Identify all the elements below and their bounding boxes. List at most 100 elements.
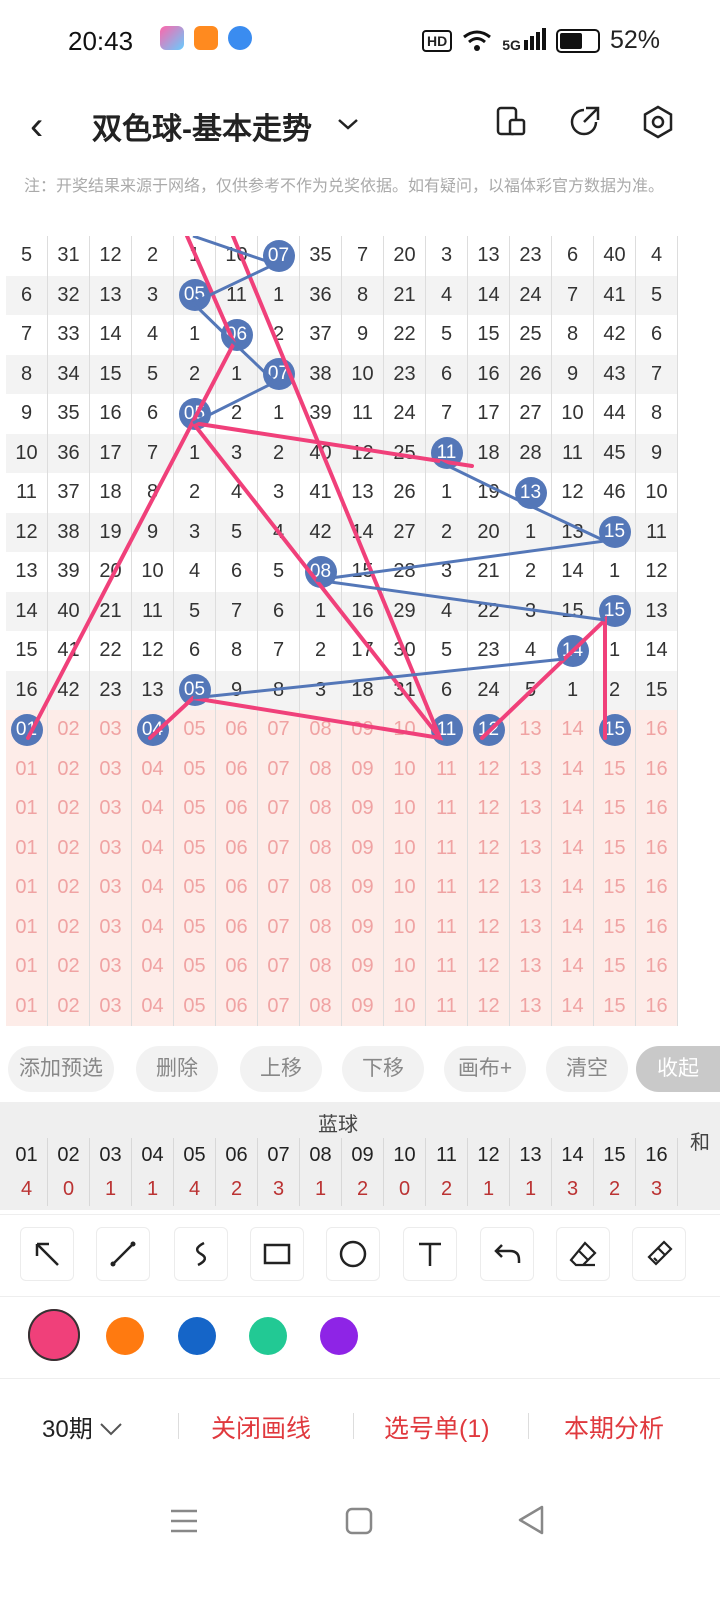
selection-list-button[interactable]: 选号单(1): [384, 1409, 490, 1445]
page-title[interactable]: 双色球-基本走势: [92, 104, 312, 148]
grid-cell[interactable]: 7: [425, 394, 468, 434]
preselect-cell[interactable]: 09: [341, 868, 384, 908]
trend-grid[interactable]: 5 31 12 2 1 10 07 35 7 20 3 13 23 6 40 4 6 32 13 3 05 11 1 36 8 2…: [0, 236, 720, 1036]
grid-cell[interactable]: 02: [47, 710, 90, 750]
grid-cell[interactable]: 28: [509, 433, 552, 473]
grid-cell[interactable]: 7: [551, 275, 594, 315]
grid-cell[interactable]: 17: [341, 631, 384, 671]
grid-cell[interactable]: 7: [6, 315, 48, 355]
grid-cell[interactable]: 17: [467, 394, 510, 434]
delete-button[interactable]: 删除: [136, 1046, 218, 1092]
grid-cell[interactable]: 23: [89, 670, 132, 710]
preselect-cell[interactable]: 03: [89, 947, 132, 987]
grid-cell[interactable]: 6: [425, 354, 468, 394]
grid-cell[interactable]: 13: [341, 473, 384, 513]
preselect-cell[interactable]: 07: [257, 986, 300, 1026]
grid-cell[interactable]: 11: [131, 591, 174, 631]
grid-cell[interactable]: 40: [593, 236, 636, 276]
grid-cell[interactable]: 6: [6, 275, 48, 315]
grid-cell[interactable]: 15: [467, 315, 510, 355]
current-analysis-button[interactable]: 本期分析: [564, 1409, 664, 1445]
preselect-cell[interactable]: 04: [131, 749, 174, 789]
grid-cell[interactable]: 12: [635, 552, 678, 592]
preselect-cell[interactable]: 05: [173, 828, 216, 868]
grid-cell[interactable]: 9: [215, 670, 258, 710]
grid-cell[interactable]: 7: [341, 236, 384, 276]
preselect-cell[interactable]: 01: [6, 907, 48, 947]
preselect-cell[interactable]: 14: [551, 868, 594, 908]
grid-cell[interactable]: 40: [299, 433, 342, 473]
grid-cell[interactable]: 28: [383, 552, 426, 592]
preselect-cell[interactable]: 07: [257, 868, 300, 908]
grid-cell[interactable]: 36: [47, 433, 90, 473]
grid-cell[interactable]: 12: [551, 473, 594, 513]
preselect-cell[interactable]: 01: [6, 789, 48, 829]
preselect-cell[interactable]: 05: [173, 789, 216, 829]
preselect-cell[interactable]: 05: [173, 947, 216, 987]
grid-cell[interactable]: 06: [215, 710, 258, 750]
grid-cell[interactable]: 12: [6, 512, 48, 552]
grid-cell[interactable]: 2: [173, 473, 216, 513]
grid-cell[interactable]: 4: [257, 512, 300, 552]
grid-cell[interactable]: 2: [257, 315, 300, 355]
grid-cell[interactable]: 1: [257, 275, 300, 315]
grid-cell[interactable]: 22: [89, 631, 132, 671]
grid-cell[interactable]: 14: [551, 710, 594, 750]
move-down-button[interactable]: 下移: [342, 1046, 424, 1092]
preselect-cell[interactable]: 14: [551, 947, 594, 987]
preselect-cell[interactable]: 03: [89, 828, 132, 868]
preselect-cell[interactable]: 10: [383, 986, 426, 1026]
preselect-cell[interactable]: 09: [341, 907, 384, 947]
grid-cell[interactable]: 14: [551, 631, 594, 671]
chevron-down-icon[interactable]: [336, 112, 360, 136]
preselect-cell[interactable]: 16: [635, 789, 678, 829]
grid-cell[interactable]: 25: [509, 315, 552, 355]
line-icon[interactable]: [96, 1227, 150, 1281]
grid-cell[interactable]: 4: [509, 631, 552, 671]
grid-cell[interactable]: 3: [425, 552, 468, 592]
grid-cell[interactable]: 21: [467, 552, 510, 592]
grid-cell[interactable]: 34: [47, 354, 90, 394]
preselect-cell[interactable]: 01: [6, 986, 48, 1026]
grid-cell[interactable]: 23: [383, 354, 426, 394]
preselect-cell[interactable]: 08: [299, 789, 342, 829]
grid-cell[interactable]: 40: [47, 591, 90, 631]
grid-cell[interactable]: 8: [131, 473, 174, 513]
preselect-cell[interactable]: 16: [635, 986, 678, 1026]
grid-cell[interactable]: 39: [47, 552, 90, 592]
grid-cell[interactable]: 13: [635, 591, 678, 631]
preselect-cell[interactable]: 03: [89, 868, 132, 908]
grid-cell[interactable]: 11: [6, 473, 48, 513]
back-icon[interactable]: ‹: [30, 104, 43, 149]
grid-cell[interactable]: 2: [257, 433, 300, 473]
grid-cell[interactable]: 1: [173, 433, 216, 473]
preselect-cell[interactable]: 08: [299, 947, 342, 987]
grid-cell[interactable]: 4: [425, 275, 468, 315]
grid-cell[interactable]: 30: [383, 631, 426, 671]
preselect-cell[interactable]: 03: [89, 907, 132, 947]
grid-cell[interactable]: 06: [215, 315, 258, 355]
preselect-cell[interactable]: 13: [509, 947, 552, 987]
grid-cell[interactable]: 05: [173, 710, 216, 750]
grid-cell[interactable]: 10: [215, 236, 258, 276]
grid-cell[interactable]: 1: [551, 670, 594, 710]
grid-cell[interactable]: 33: [47, 315, 90, 355]
grid-cell[interactable]: 17: [89, 433, 132, 473]
grid-cell[interactable]: 11: [215, 275, 258, 315]
grid-cell[interactable]: 15: [593, 591, 636, 631]
eraser-icon[interactable]: [556, 1227, 610, 1281]
preselect-cell[interactable]: 15: [593, 828, 636, 868]
preselect-cell[interactable]: 15: [593, 868, 636, 908]
grid-cell[interactable]: 18: [467, 433, 510, 473]
grid-cell[interactable]: 7: [215, 591, 258, 631]
grid-cell[interactable]: 36: [299, 275, 342, 315]
preselect-cell[interactable]: 08: [299, 868, 342, 908]
preselect-cell[interactable]: 02: [47, 947, 90, 987]
preselect-cell[interactable]: 04: [131, 868, 174, 908]
preselect-cell[interactable]: 07: [257, 749, 300, 789]
preselect-cell[interactable]: 02: [47, 986, 90, 1026]
preselect-cell[interactable]: 11: [425, 868, 468, 908]
preselect-cell[interactable]: 08: [299, 749, 342, 789]
preselect-cell[interactable]: 14: [551, 828, 594, 868]
grid-cell[interactable]: 3: [509, 591, 552, 631]
